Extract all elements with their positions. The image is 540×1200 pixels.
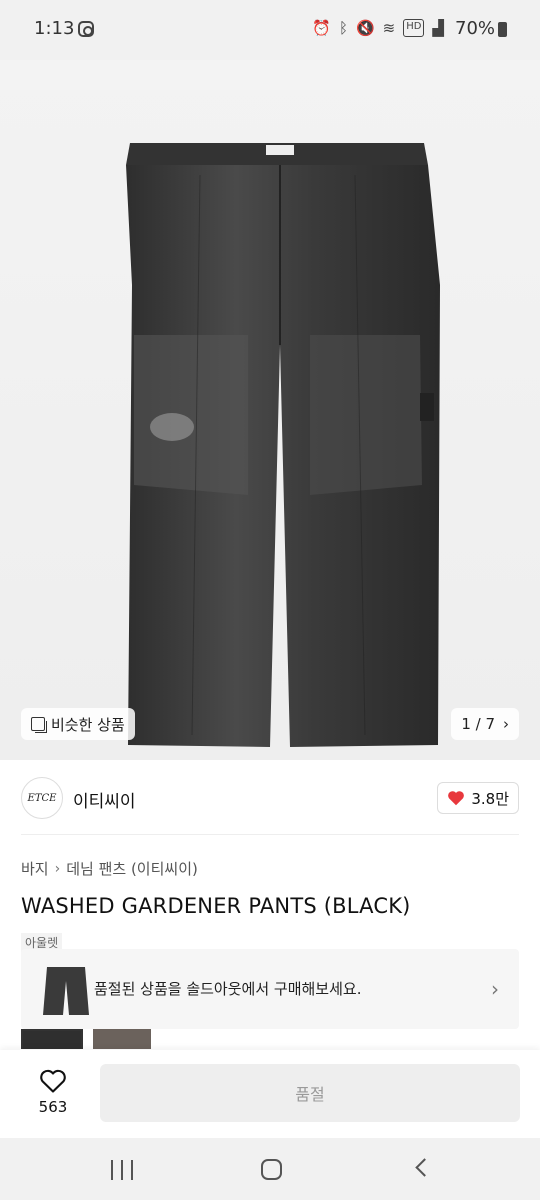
heart-outline-icon [40, 1069, 66, 1093]
status-bar: 1:13 ⏰ ᛒ 🔇 ≋ HD ▟ 70% [0, 0, 540, 60]
signal-icon: ▟ [432, 19, 444, 37]
pager-text: 1 / 7 [461, 715, 495, 733]
brand-like-button[interactable]: 3.8만 [437, 782, 519, 814]
image-pager[interactable]: 1 / 7 › [451, 708, 519, 740]
back-icon[interactable] [415, 1158, 434, 1177]
thumbnail-selected[interactable] [21, 1029, 83, 1049]
soldout-button[interactable]: 품절 [100, 1064, 520, 1122]
alarm-icon: ⏰ [312, 19, 331, 37]
thumbnail-strip [21, 1029, 151, 1049]
similar-products-button[interactable]: 비슷한 상품 [21, 708, 135, 740]
product-thumbnail [43, 967, 89, 1015]
product-image [126, 143, 440, 747]
copy-icon [31, 717, 47, 733]
product-title: WASHED GARDENER PANTS (BLACK) [21, 894, 411, 918]
breadcrumb: 바지 › 데님 팬츠 (이티씨이) [21, 858, 198, 879]
product-image-carousel[interactable]: 비슷한 상품 1 / 7 › [0, 60, 540, 760]
mute-icon: 🔇 [355, 19, 375, 37]
breadcrumb-item[interactable]: 바지 [21, 858, 49, 879]
wishlist-button[interactable]: 563 [24, 1064, 82, 1116]
seller-logo[interactable]: ETCE [21, 777, 63, 819]
soldout-message: 품절된 상품을 솔드아웃에서 구매해보세요. [94, 980, 362, 998]
recent-apps-icon[interactable] [111, 1160, 133, 1180]
instagram-icon [78, 21, 94, 37]
wifi-icon: ≋ [382, 19, 396, 37]
thumbnail[interactable] [93, 1029, 151, 1049]
chevron-right-icon: › [491, 977, 499, 1001]
status-time: 1:13 [34, 18, 75, 39]
battery-icon [498, 22, 507, 37]
breadcrumb-item[interactable]: 데님 팬츠 (이티씨이) [66, 858, 198, 879]
battery-percent: 70% [455, 18, 496, 39]
divider [21, 834, 519, 835]
heart-filled-icon [448, 791, 465, 806]
bluetooth-icon: ᛒ [338, 19, 348, 37]
soldout-banner[interactable]: 품절된 상품을 솔드아웃에서 구매해보세요. › [21, 949, 519, 1029]
status-icons: ⏰ ᛒ 🔇 ≋ HD ▟ [312, 19, 444, 37]
seller-name[interactable]: 이티씨이 [73, 787, 136, 812]
seller-logo-text: ETCE [27, 792, 57, 804]
bottom-action-bar: 563 품절 [0, 1050, 540, 1138]
brand-like-count: 3.8만 [471, 789, 509, 808]
home-icon[interactable] [261, 1159, 282, 1180]
wishlist-count: 563 [38, 1098, 68, 1116]
similar-products-label: 비슷한 상품 [51, 715, 125, 734]
chevron-right-icon: › [503, 715, 509, 733]
chevron-right-icon: › [54, 860, 61, 877]
system-nav-bar [0, 1138, 540, 1200]
hd-icon: HD [403, 19, 425, 37]
